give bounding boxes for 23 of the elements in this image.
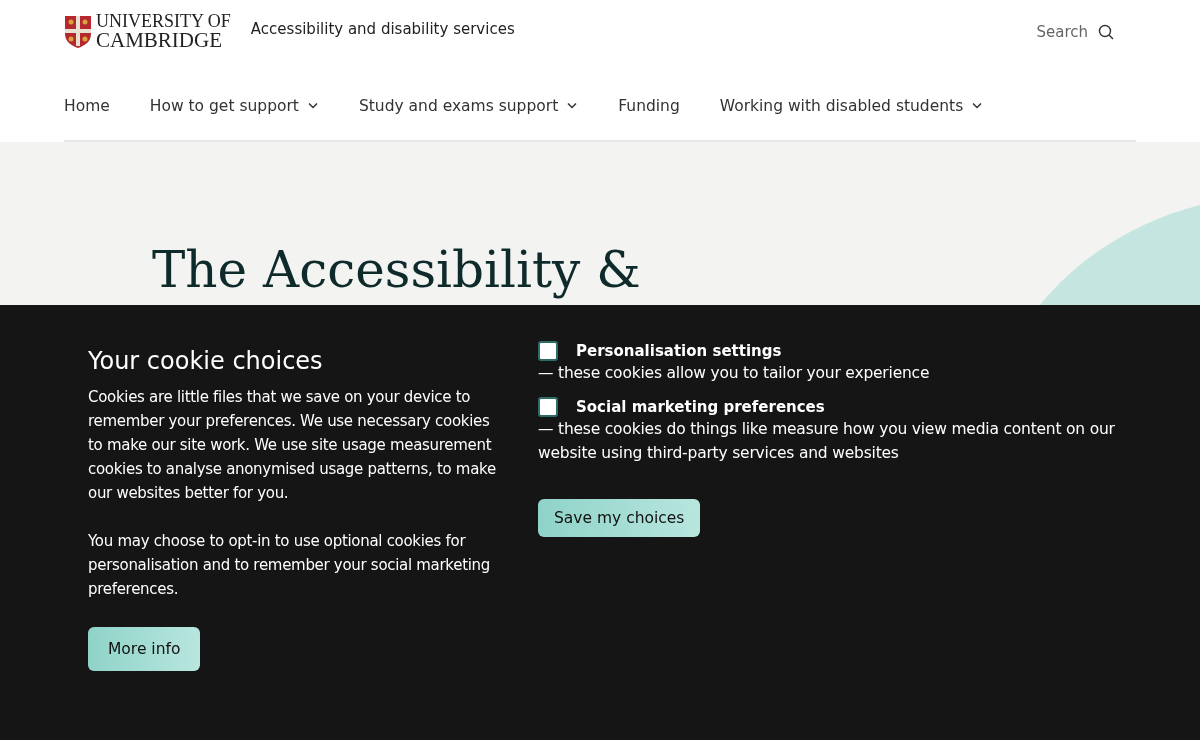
logo-text: CAMBRIDGE	[96, 30, 223, 50]
page-heading: The Accessibility &	[152, 240, 641, 301]
save-button[interactable]: Save my choices	[538, 499, 701, 537]
cookie-paragraph: Cookies are little files that we save on your device to remember your preferences. We use necessary cookies to make our site work. We use site usage measurement cookies to analyse anonymised usage patterns, to make our websites better for you.	[88, 387, 497, 504]
more-info-button[interactable]: More info	[88, 627, 201, 671]
option-description: — these cookies do things like measure how you view media content on our website using third-party services and websites	[538, 419, 1116, 464]
checkbox[interactable]	[538, 341, 558, 361]
logo-text: UNIVERSITY OF	[96, 13, 231, 30]
nav-link[interactable]: Working with disabled students	[719, 96, 984, 115]
nav-link[interactable]: Study and exams support	[358, 96, 579, 115]
checkbox[interactable]	[538, 397, 558, 417]
option-label: Social marketing preferences	[576, 398, 825, 416]
cookie-paragraph: You may choose to opt-in to use optional cookies for personalisation and to remember your social marketing preferences.	[88, 531, 492, 600]
search-button[interactable]: Search	[1030, 21, 1120, 42]
nav-link[interactable]: Home	[64, 96, 110, 115]
nav-link[interactable]: How to get support	[149, 96, 319, 115]
option-description: — these cookies allow you to tailor your experience	[538, 363, 931, 384]
option-label: Personalisation settings	[576, 342, 782, 360]
nav-link[interactable]: Funding	[618, 96, 680, 115]
site-title: Accessibility and disability services	[250, 19, 515, 38]
cookie-heading: Your cookie choices	[88, 347, 324, 375]
shield-icon	[64, 14, 92, 49]
search-icon	[1098, 23, 1114, 40]
